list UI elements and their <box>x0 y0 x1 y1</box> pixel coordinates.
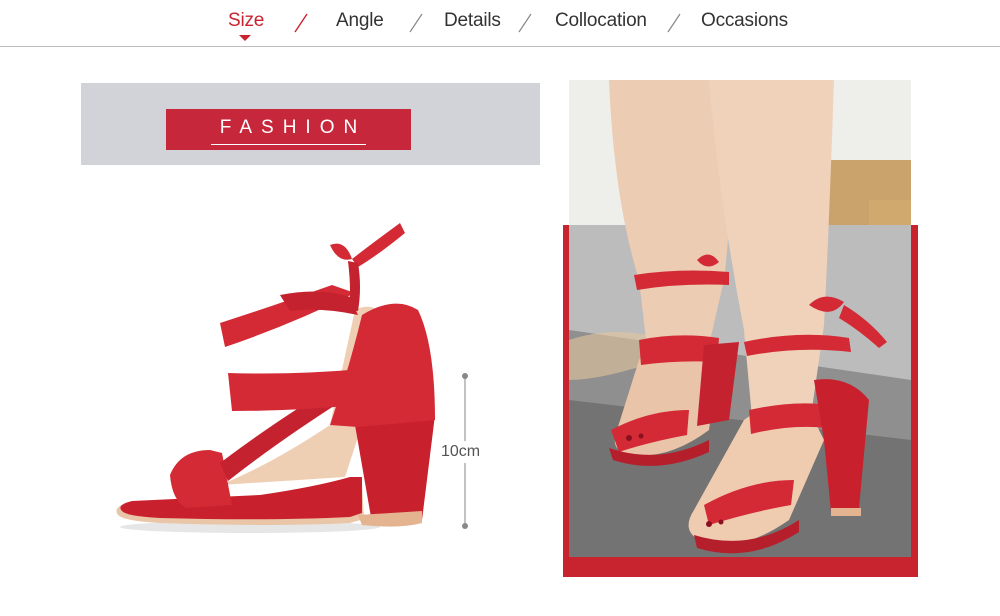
model-wearing-sandals-photo <box>569 80 911 557</box>
fashion-banner: FASHION <box>81 83 540 165</box>
active-tab-caret-icon <box>239 35 251 41</box>
tab-size[interactable]: Size <box>228 10 264 32</box>
tab-collocation[interactable]: Collocation <box>555 10 647 32</box>
tab-details[interactable]: Details <box>444 10 501 32</box>
tab-separator-icon <box>409 13 423 33</box>
tab-occasions[interactable]: Occasions <box>701 10 788 32</box>
tab-separator-icon <box>518 13 532 33</box>
tab-bar: Size Angle Details Collocation Occasions <box>0 0 1000 47</box>
tab-separator-icon <box>667 13 681 33</box>
fashion-badge: FASHION <box>166 109 411 150</box>
tab-separator-icon <box>294 13 308 33</box>
sandal-product-image <box>116 223 435 533</box>
fashion-badge-text: FASHION <box>210 114 367 145</box>
heel-height-label: 10cm <box>441 441 481 463</box>
tab-angle[interactable]: Angle <box>336 10 384 32</box>
